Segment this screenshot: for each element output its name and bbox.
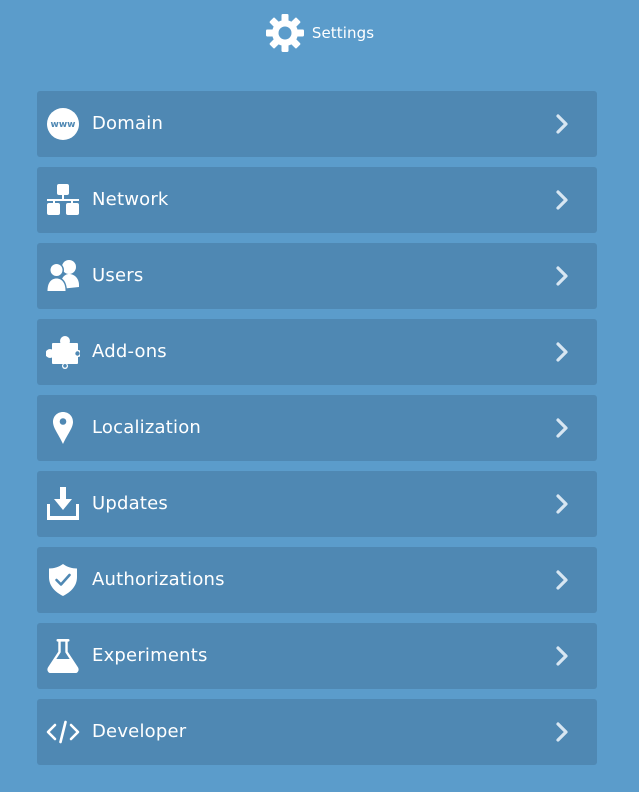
settings-item-authorizations[interactable]: Authorizations [37,547,597,613]
settings-item-network[interactable]: Network [37,167,597,233]
settings-item-localization[interactable]: Localization [37,395,597,461]
map-pin-icon [46,411,80,445]
settings-item-label: Add-ons [92,341,167,362]
chevron-right-icon [551,568,573,592]
settings-item-label: Network [92,189,169,210]
chevron-right-icon [551,720,573,744]
chevron-right-icon [551,416,573,440]
settings-item-label: Localization [92,417,202,438]
chevron-right-icon [551,112,573,136]
page-title: Settings [311,24,375,42]
gear-icon [265,13,305,53]
www-globe-icon: www [46,107,80,141]
settings-item-domain[interactable]: www Domain [37,91,597,157]
chevron-right-icon [551,188,573,212]
chevron-right-icon [551,644,573,668]
settings-item-users[interactable]: Users [37,243,597,309]
chevron-right-icon [551,340,573,364]
svg-text:www: www [51,120,76,130]
settings-item-label: Developer [92,721,187,742]
flask-icon [46,639,80,673]
network-icon [46,183,80,217]
chevron-right-icon [551,492,573,516]
puzzle-piece-icon [46,335,80,369]
settings-item-add-ons[interactable]: Add-ons [37,319,597,385]
settings-item-updates[interactable]: Updates [37,471,597,537]
page-header: Settings [0,12,639,54]
settings-item-label: Experiments [92,645,208,666]
settings-menu: www Domain Network Users Add-ons Localiz… [37,91,597,775]
code-icon [46,715,80,749]
settings-item-developer[interactable]: Developer [37,699,597,765]
chevron-right-icon [551,264,573,288]
shield-check-icon [46,563,80,597]
settings-item-label: Domain [92,113,164,134]
settings-item-experiments[interactable]: Experiments [37,623,597,689]
settings-item-label: Users [92,265,144,286]
download-icon [46,487,80,521]
settings-item-label: Authorizations [92,569,225,590]
settings-item-label: Updates [92,493,168,514]
users-icon [46,259,80,293]
